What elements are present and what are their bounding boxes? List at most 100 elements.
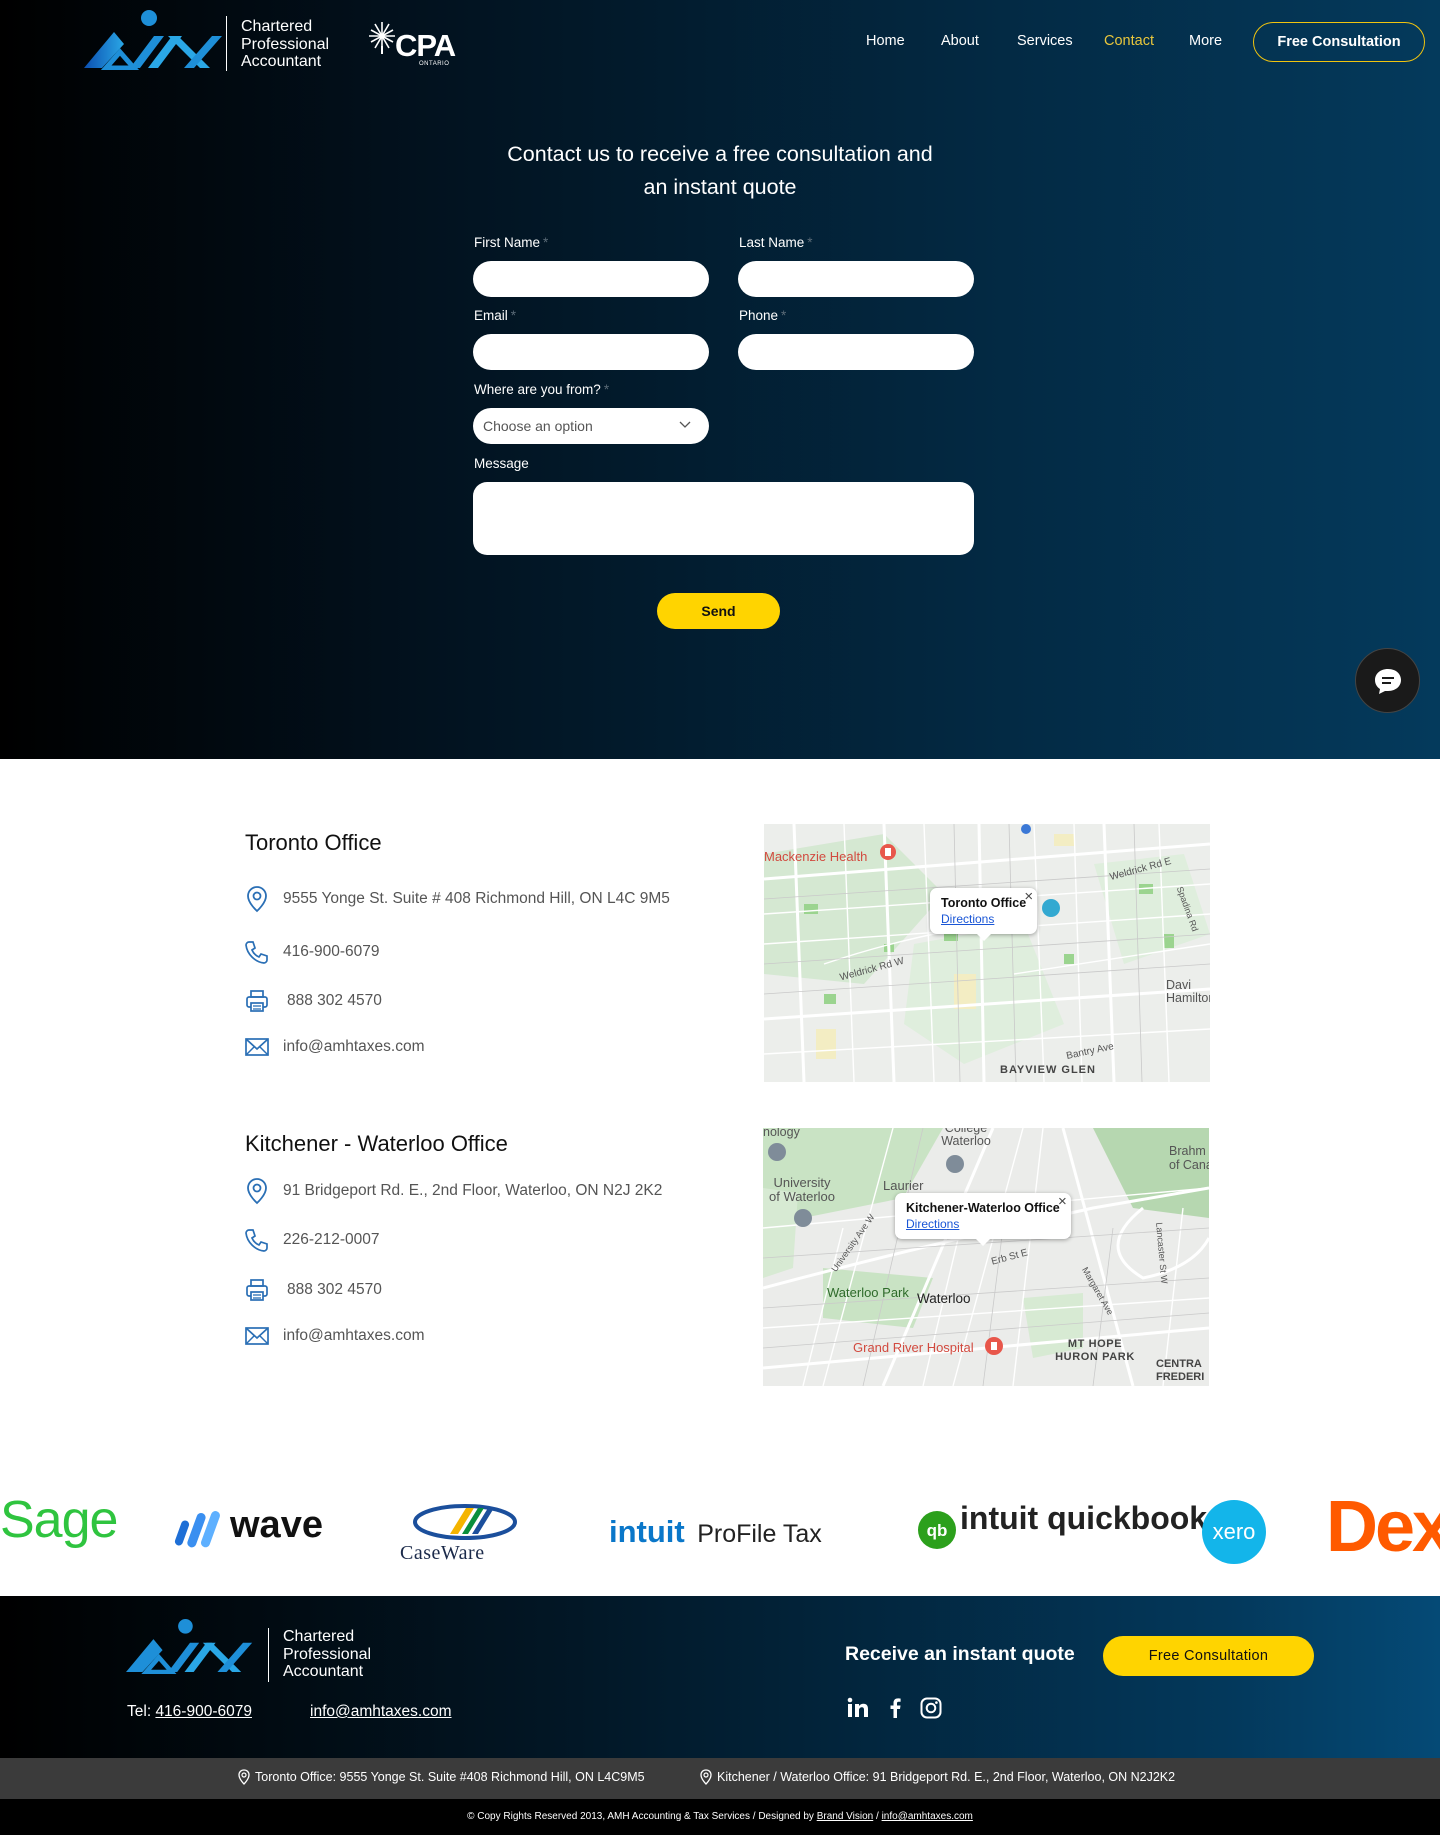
kitchener-phone[interactable]: 226-212-0007 — [283, 1231, 380, 1249]
message-label: Message — [474, 456, 529, 471]
kitchener-address: 91 Bridgeport Rd. E., 2nd Floor, Waterlo… — [283, 1182, 663, 1199]
phone-input[interactable] — [738, 334, 974, 370]
directions-link[interactable]: Directions — [941, 912, 1026, 926]
last-name-input[interactable] — [738, 261, 974, 297]
map-label: College Waterloo — [941, 1128, 991, 1148]
message-textarea[interactable] — [473, 482, 974, 555]
required-mark: * — [510, 308, 517, 323]
linkedin-icon[interactable] — [846, 1696, 870, 1720]
toronto-phone[interactable]: 416-900-6079 — [283, 943, 380, 961]
footer-free-consultation-button[interactable]: Free Consultation — [1103, 1636, 1314, 1676]
nav-services[interactable]: Services — [1017, 33, 1073, 49]
required-mark: * — [543, 235, 549, 250]
logo-line-3: Accountant — [283, 1663, 364, 1680]
email-input[interactable] — [473, 334, 709, 370]
toronto-address-text: Toronto Office: 9555 Yonge St. Suite #40… — [255, 1770, 645, 1784]
map-label: Waterloo — [917, 1291, 971, 1306]
logo-tagline: Chartered Professional Accountant — [241, 18, 329, 71]
wave-wordmark: wave — [230, 1504, 323, 1546]
copyright-email-link[interactable]: info@amhtaxes.com — [882, 1811, 973, 1822]
first-name-label-text: First Name — [474, 235, 541, 250]
kitchener-fax: 888 302 4570 — [287, 1281, 382, 1298]
sage-logo: Sage — [0, 1491, 118, 1549]
form-title-line-2: an instant quote — [643, 175, 797, 199]
xero-logo: xero — [1202, 1500, 1266, 1564]
kitchener-address-text: Kitchener / Waterloo Office: 91 Bridgepo… — [717, 1770, 1176, 1784]
location-pin-icon — [700, 1769, 712, 1785]
first-name-input[interactable] — [473, 261, 709, 297]
popup-title: Toronto Office — [941, 896, 1027, 910]
copyright-separator: / — [873, 1811, 882, 1822]
origin-label-text: Where are you from? — [474, 382, 601, 397]
kitchener-email[interactable]: info@amhtaxes.com — [283, 1327, 425, 1345]
footer: Chartered Professional Accountant Tel: 4… — [0, 1596, 1440, 1758]
nav-home[interactable]: Home — [866, 33, 905, 49]
chat-bubble-icon — [1374, 668, 1401, 694]
last-name-label: Last Name * — [739, 235, 813, 250]
kitchener-map[interactable]: nology College Waterloo University of Wa… — [763, 1128, 1209, 1386]
logo-line-2: Professional — [241, 35, 330, 53]
origin-label: Where are you from? * — [474, 382, 609, 397]
map-label: Waterloo Park — [827, 1285, 909, 1300]
location-pin-icon — [243, 1177, 271, 1205]
toronto-address: 9555 Yonge St. Suite # 408 Richmond Hill… — [283, 890, 670, 907]
map-label: Brahm of Cana — [1169, 1144, 1209, 1172]
chat-button[interactable] — [1355, 648, 1420, 713]
footer-quote-text: Receive an instant quote — [845, 1643, 1075, 1665]
toronto-fax-row: 888 302 4570 — [243, 986, 382, 1016]
map-label: CENTRA FREDERI — [1156, 1358, 1205, 1383]
nav-more[interactable]: More — [1189, 33, 1222, 49]
origin-select-value: Choose an option — [483, 418, 593, 434]
footer-email-link[interactable]: info@amhtaxes.com — [310, 1703, 452, 1721]
kitchener-address-row: 91 Bridgeport Rd. E., 2nd Floor, Waterlo… — [243, 1176, 662, 1206]
form-title-line-1: Contact us to receive a free consultatio… — [507, 142, 933, 166]
email-label-text: Email — [474, 308, 508, 323]
amh-logo-icon[interactable] — [126, 1617, 254, 1674]
phone-icon — [243, 938, 271, 966]
close-icon[interactable]: × — [1024, 888, 1033, 905]
send-button[interactable]: Send — [657, 593, 780, 629]
svg-text:qb: qb — [927, 1521, 948, 1540]
copyright-bar: © Copy Rights Reserved 2013, AMH Account… — [0, 1799, 1440, 1835]
facebook-icon[interactable] — [883, 1696, 907, 1720]
logo-line-2: Professional — [283, 1645, 372, 1663]
fax-printer-icon — [243, 1276, 271, 1304]
footer-toronto-address: Toronto Office: 9555 Yonge St. Suite #40… — [238, 1769, 645, 1785]
kitchener-office-title: Kitchener - Waterloo Office — [245, 1131, 508, 1156]
nav-contact[interactable]: Contact — [1104, 33, 1154, 49]
required-mark: * — [781, 308, 787, 323]
free-consultation-button[interactable]: Free Consultation — [1253, 22, 1425, 62]
caseware-logo: CaseWare — [398, 1498, 533, 1566]
footer-logo-tagline: Chartered Professional Accountant — [283, 1628, 371, 1681]
toronto-map[interactable]: Mackenzie Health Weldrick Rd W Weldrick … — [764, 824, 1210, 1082]
designer-link[interactable]: Brand Vision — [817, 1811, 874, 1822]
footer-address-bar: Toronto Office: 9555 Yonge St. Suite #40… — [0, 1758, 1440, 1799]
map-label: Laurier — [883, 1178, 924, 1193]
cpa-wordmark: CPA — [395, 28, 456, 63]
amh-logo-icon[interactable] — [84, 8, 224, 70]
logo-line-1: Chartered — [241, 18, 313, 35]
instagram-icon[interactable] — [919, 1696, 943, 1720]
close-icon[interactable]: × — [1058, 1193, 1067, 1210]
footer-tel-link[interactable]: 416-900-6079 — [155, 1703, 252, 1720]
kitchener-map-popup: Kitchener-Waterloo Office Directions × — [895, 1193, 1071, 1246]
caseware-wordmark: CaseWare — [400, 1542, 485, 1564]
fax-printer-icon — [243, 987, 271, 1015]
email-label: Email * — [474, 308, 516, 323]
form-title: Contact us to receive a free consultatio… — [470, 138, 970, 204]
quickbooks-wordmark: intuit quickbooks — [960, 1500, 1225, 1536]
phone-label: Phone * — [739, 308, 786, 323]
dext-logo: Dext — [1326, 1487, 1440, 1567]
location-pin-icon — [243, 885, 271, 913]
toronto-email[interactable]: info@amhtaxes.com — [283, 1038, 425, 1056]
kitchener-phone-row: 226-212-0007 — [243, 1225, 380, 1255]
mail-icon — [243, 1322, 271, 1350]
toronto-phone-row: 416-900-6079 — [243, 937, 380, 967]
nav-about[interactable]: About — [941, 33, 979, 49]
map-label: Davi Hamilton — [1166, 978, 1210, 1005]
origin-select[interactable]: Choose an option — [473, 408, 709, 444]
logo-divider — [268, 1628, 269, 1682]
directions-link[interactable]: Directions — [906, 1217, 1060, 1231]
map-label: BAYVIEW GLEN — [1000, 1064, 1096, 1076]
kitchener-email-row: info@amhtaxes.com — [243, 1321, 425, 1351]
